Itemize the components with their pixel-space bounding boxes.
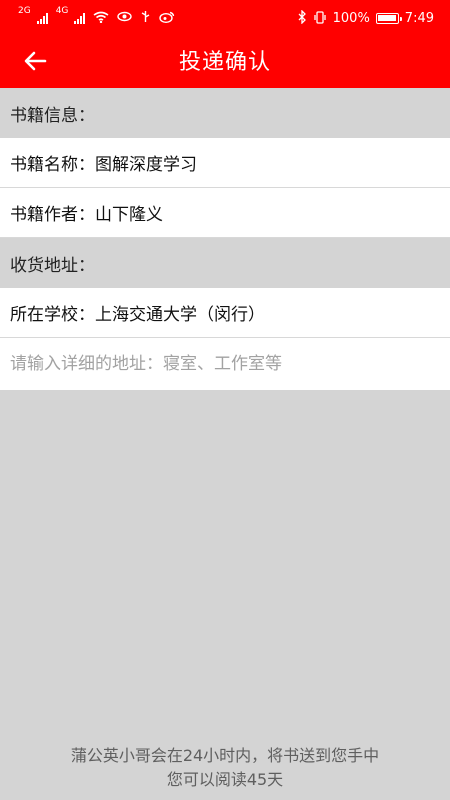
book-name-value: 图解深度学习	[95, 155, 197, 175]
school-row: 所在学校： 上海交通大学（闵行）	[0, 288, 450, 338]
cellular-signal-icon	[36, 12, 48, 24]
school-label: 所在学校：	[10, 305, 95, 325]
book-author-value: 山下隆义	[95, 205, 163, 225]
eye-icon	[117, 11, 133, 25]
battery-icon	[375, 13, 402, 24]
delivery-note-line-2: 您可以阅读45天	[166, 770, 284, 789]
book-name-label: 书籍名称：	[10, 155, 95, 175]
battery-percentage: 100%	[332, 11, 370, 26]
main-content: 书籍信息： 书籍名称： 图解深度学习 书籍作者： 山下隆义 收货地址： 所在学校…	[0, 88, 450, 390]
delivery-note-line-1: 蒲公英小哥会在24小时内，将书送到您手中	[70, 746, 380, 765]
bluetooth-icon	[298, 9, 307, 27]
vibrate-icon	[313, 10, 327, 27]
address-field-container	[0, 338, 450, 390]
app-header: 投递确认	[0, 38, 450, 88]
cellular-signal-icon-2	[74, 12, 86, 24]
detailed-address-input[interactable]	[0, 339, 430, 389]
signal-label-2: 4G	[55, 6, 69, 16]
status-bar: 2G 4G 100% 7:49	[0, 0, 450, 38]
school-value: 上海交通大学（闵行）	[95, 305, 265, 325]
wifi-icon	[93, 11, 109, 26]
status-time: 7:49	[404, 11, 434, 26]
book-author-label: 书籍作者：	[10, 205, 95, 225]
signal-label-1: 2G	[18, 6, 31, 16]
usb-icon	[140, 10, 151, 26]
book-info-section-title: 书籍信息：	[0, 88, 450, 138]
book-name-row: 书籍名称： 图解深度学习	[0, 138, 450, 188]
status-right: 100% 7:49	[298, 9, 434, 27]
delivery-note: 蒲公英小哥会在24小时内，将书送到您手中 您可以阅读45天	[0, 744, 450, 792]
book-author-row: 书籍作者： 山下隆义	[0, 188, 450, 238]
status-left: 2G 4G	[18, 6, 175, 26]
page-title: 投递确认	[178, 50, 271, 75]
shipping-section-title: 收货地址：	[0, 238, 450, 288]
weibo-icon	[159, 11, 175, 26]
